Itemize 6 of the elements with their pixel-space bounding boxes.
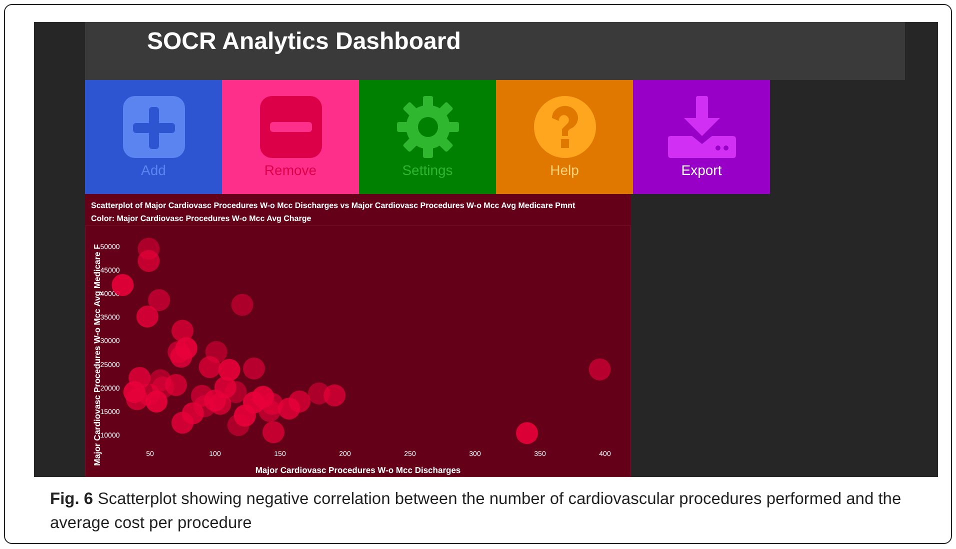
chart-title: Scatterplot of Major Cardiovasc Procedures W-o Mcc Discharges vs Major Cardiovasc Procedures W-o Mcc Avg Medicare Pmnt	[90, 200, 576, 212]
y-axis-label: Major Cardiovasc Procedures W-o Mcc Avg Medicare F	[92, 244, 102, 466]
dashboard-title: SOCR Analytics Dashboard	[147, 28, 461, 56]
x-axis-label: Major Cardiovasc Procedures W-o Mcc Discharges	[255, 465, 461, 475]
figure-caption: Fig. 6 Scatterplot showing negative correlation between the number of cardiovascular procedures performed and the average cost per procedure	[50, 489, 902, 534]
chart-subtitle: Color: Major Cardiovasc Procedures W-o Mcc Avg Charge	[90, 213, 312, 225]
